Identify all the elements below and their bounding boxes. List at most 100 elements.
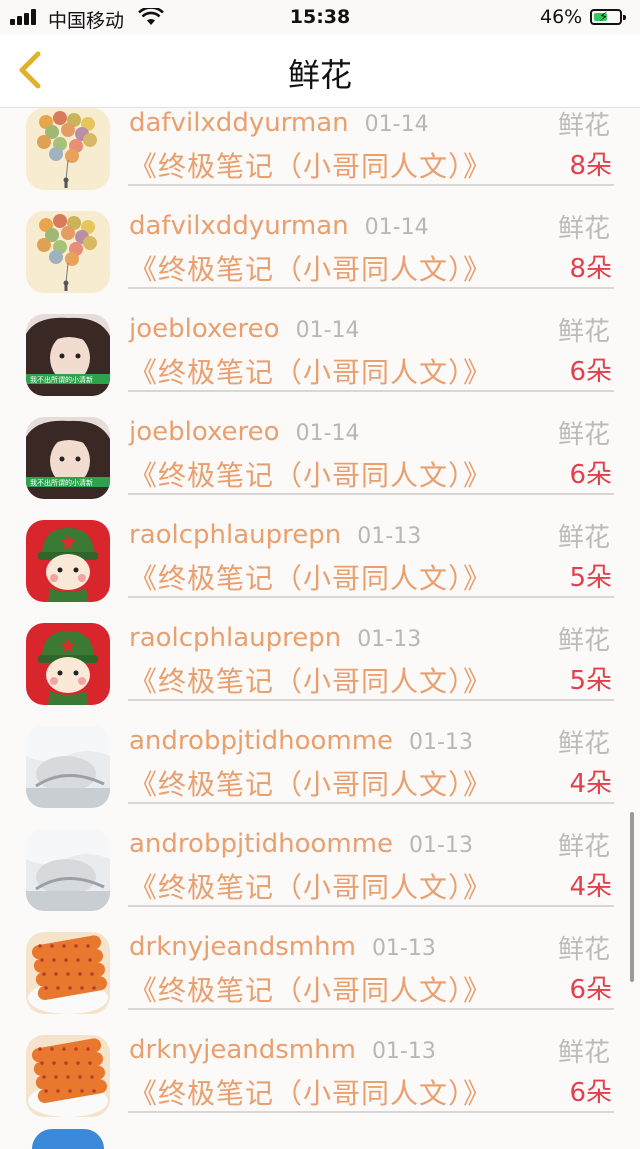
gift-type-label: 鲜花: [557, 523, 610, 553]
user-name-text: drknyjeandsmhm: [129, 932, 356, 962]
user-name[interactable]: joebloxereo 01-14: [129, 417, 360, 447]
row-divider: [128, 287, 614, 289]
book-title[interactable]: 《终极笔记（小哥同人文）》: [129, 557, 492, 597]
list-item[interactable]: drknyjeandsmhm 01-13 鲜花 《终极笔记（小哥同人文）》 6朵: [0, 923, 640, 1026]
gift-date: 01-13: [409, 730, 473, 755]
gift-type-label: 鲜花: [557, 111, 610, 141]
book-title[interactable]: 《终极笔记（小哥同人文）》: [129, 763, 492, 803]
row-divider: [128, 905, 614, 907]
row-divider: [128, 1008, 614, 1010]
user-name[interactable]: dafvilxddyurman 01-14: [129, 211, 429, 241]
avatar: [32, 1129, 104, 1149]
gift-date: 01-14: [364, 215, 429, 240]
flower-count: 4朵: [569, 769, 612, 799]
gift-date: 01-13: [357, 524, 422, 549]
user-name[interactable]: drknyjeandsmhm 01-13: [129, 932, 436, 962]
gift-type-label: 鲜花: [557, 935, 610, 965]
gift-date: 01-14: [364, 112, 429, 137]
flower-count: 6朵: [569, 357, 612, 387]
book-title[interactable]: 《终极笔记（小哥同人文）》: [129, 660, 492, 700]
list-item[interactable]: dafvilxddyurman 01-14 鲜花 《终极笔记（小哥同人文）》 8朵: [0, 108, 640, 202]
flower-count: 8朵: [569, 254, 612, 284]
avatar[interactable]: [26, 829, 110, 911]
row-divider: [128, 390, 614, 392]
row-divider: [128, 1111, 614, 1113]
list-item[interactable]: androbpjtidhoomme 01-13 鲜花 《终极笔记（小哥同人文）》 …: [0, 717, 640, 820]
avatar[interactable]: [26, 1035, 110, 1117]
user-name-text: raolcphlauprepn: [129, 520, 342, 550]
gift-type-label: 鲜花: [557, 1038, 610, 1068]
gift-type-label: 鲜花: [557, 214, 610, 244]
book-title[interactable]: 《终极笔记（小哥同人文）》: [129, 969, 492, 1009]
user-name[interactable]: joebloxereo 01-14: [129, 314, 360, 344]
row-divider: [128, 699, 614, 701]
user-name[interactable]: raolcphlauprepn 01-13: [129, 520, 421, 550]
list-item[interactable]: drknyjeandsmhm 01-13 鲜花 《终极笔记（小哥同人文）》 6朵: [0, 1026, 640, 1129]
battery-percent: 46%: [540, 6, 583, 28]
flower-count: 5朵: [569, 563, 612, 593]
list-item[interactable]: androbpjtidhoomme 01-13 鲜花 《终极笔记（小哥同人文）》 …: [0, 820, 640, 923]
gift-type-label: 鲜花: [557, 420, 610, 450]
user-name-text: raolcphlauprepn: [129, 623, 342, 653]
row-divider: [128, 802, 614, 804]
gift-type-label: 鲜花: [557, 832, 610, 862]
page-title: 鲜花: [287, 56, 352, 94]
list-item[interactable]: dafvilxddyurman 01-14 鲜花 《终极笔记（小哥同人文）》 8朵: [0, 202, 640, 305]
gift-date: 01-14: [295, 318, 360, 343]
list-item[interactable]: 我不出所谓的小清新 joebloxereo 01-14 鲜花 《终极笔记（小哥同人…: [0, 305, 640, 408]
user-name-text: drknyjeandsmhm: [129, 1035, 356, 1065]
user-name-text: dafvilxddyurman: [129, 108, 349, 138]
row-divider: [128, 184, 614, 186]
user-name-text: androbpjtidhoomme: [129, 726, 394, 756]
avatar[interactable]: [26, 726, 110, 808]
user-name[interactable]: androbpjtidhoomme 01-13: [129, 726, 473, 756]
book-title[interactable]: 《终极笔记（小哥同人文）》: [129, 145, 492, 185]
flower-count: 6朵: [569, 1078, 612, 1108]
gift-date: 01-13: [371, 1039, 436, 1064]
user-name[interactable]: raolcphlauprepn 01-13: [129, 623, 421, 653]
flower-count: 6朵: [569, 460, 612, 490]
user-name-text: joebloxereo: [129, 417, 280, 447]
gift-date: 01-13: [357, 627, 422, 652]
status-bar: 中国移动 15:38 46% ⚡: [0, 0, 640, 34]
gift-type-label: 鲜花: [557, 626, 610, 656]
avatar[interactable]: [26, 932, 110, 1014]
svg-text:我不出所谓的小清新: 我不出所谓的小清新: [30, 478, 93, 487]
gift-type-label: 鲜花: [557, 317, 610, 347]
user-name-text: joebloxereo: [129, 314, 280, 344]
svg-text:我不出所谓的小清新: 我不出所谓的小清新: [30, 375, 93, 384]
gift-date: 01-13: [409, 833, 473, 858]
gift-date: 01-13: [371, 936, 436, 961]
user-name[interactable]: androbpjtidhoomme 01-13: [129, 829, 473, 859]
avatar[interactable]: [26, 623, 110, 705]
list-item[interactable]: 我不出所谓的小清新 joebloxereo 01-14 鲜花 《终极笔记（小哥同人…: [0, 408, 640, 511]
row-divider: [128, 493, 614, 495]
flower-count: 5朵: [569, 666, 612, 696]
battery-icon: ⚡: [590, 9, 626, 25]
avatar[interactable]: 我不出所谓的小清新: [26, 417, 110, 499]
gift-date: 01-14: [295, 421, 360, 446]
avatar[interactable]: [26, 108, 110, 190]
flower-gift-list[interactable]: dafvilxddyurman 01-14 鲜花 《终极笔记（小哥同人文）》 8朵…: [0, 108, 640, 1139]
navigation-bar: 鲜花: [0, 34, 640, 108]
user-name[interactable]: drknyjeandsmhm 01-13: [129, 1035, 436, 1065]
flower-count: 4朵: [569, 872, 612, 902]
flower-count: 8朵: [569, 151, 612, 181]
book-title[interactable]: 《终极笔记（小哥同人文）》: [129, 351, 492, 391]
gift-type-label: 鲜花: [557, 729, 610, 759]
list-item[interactable]: raolcphlauprepn 01-13 鲜花 《终极笔记（小哥同人文）》 5朵: [0, 511, 640, 614]
book-title[interactable]: 《终极笔记（小哥同人文）》: [129, 454, 492, 494]
avatar[interactable]: [26, 211, 110, 293]
user-name[interactable]: dafvilxddyurman 01-14: [129, 108, 429, 138]
user-name-text: androbpjtidhoomme: [129, 829, 394, 859]
list-item[interactable]: raolcphlauprepn 01-13 鲜花 《终极笔记（小哥同人文）》 5朵: [0, 614, 640, 717]
row-divider: [128, 596, 614, 598]
book-title[interactable]: 《终极笔记（小哥同人文）》: [129, 1072, 492, 1112]
book-title[interactable]: 《终极笔记（小哥同人文）》: [129, 248, 492, 288]
avatar[interactable]: 我不出所谓的小清新: [26, 314, 110, 396]
flower-count: 6朵: [569, 975, 612, 1005]
user-name-text: dafvilxddyurman: [129, 211, 349, 241]
scrollbar[interactable]: [630, 812, 634, 982]
book-title[interactable]: 《终极笔记（小哥同人文）》: [129, 866, 492, 906]
avatar[interactable]: [26, 520, 110, 602]
